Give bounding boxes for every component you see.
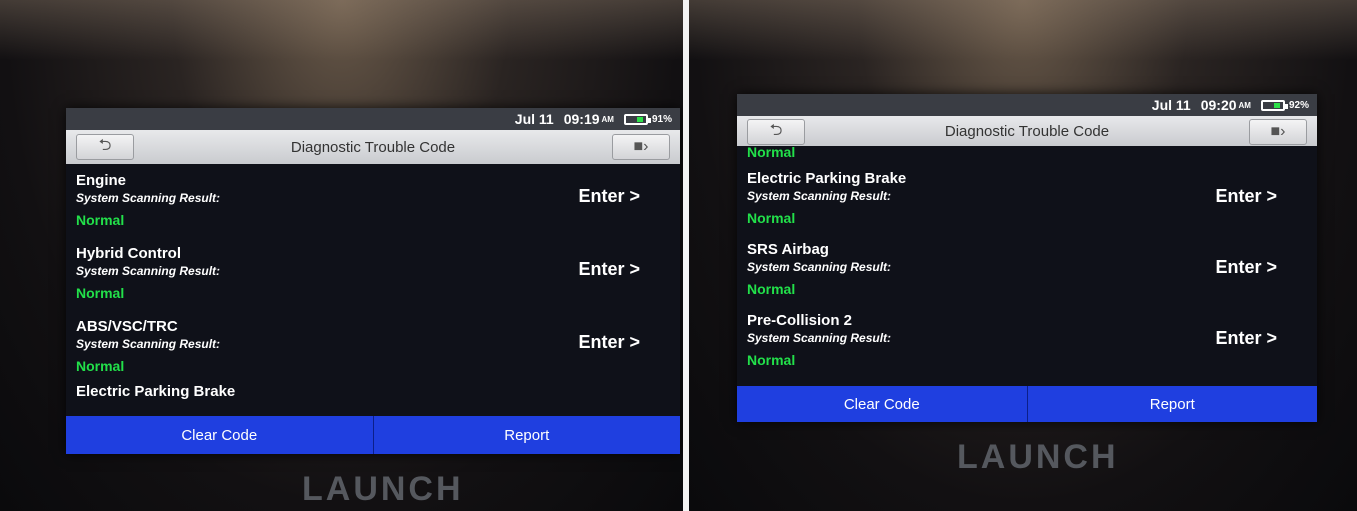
photo-left: Jul 11 09:19 AM 91% ⮌ Diagnostic Trouble… bbox=[0, 0, 683, 511]
clear-code-button[interactable]: Clear Code bbox=[737, 386, 1028, 422]
scanner-screen-right: Jul 11 09:20 AM 92% ⮌ Diagnostic Trouble… bbox=[737, 94, 1317, 422]
enter-button[interactable]: Enter > bbox=[578, 186, 640, 207]
system-row: Pre-Collision 2 System Scanning Result: … bbox=[737, 306, 1317, 377]
status-date: Jul 11 bbox=[1151, 97, 1191, 113]
enter-button[interactable]: Enter > bbox=[1215, 186, 1277, 207]
report-button[interactable]: Report bbox=[373, 416, 680, 454]
exit-button[interactable]: ■› bbox=[1249, 119, 1307, 145]
system-name: Pre-Collision 2 bbox=[747, 312, 853, 329]
battery-percent: 91% bbox=[651, 113, 672, 125]
back-arrow-icon: ⮌ bbox=[98, 136, 112, 154]
system-name: Electric Parking Brake bbox=[747, 170, 907, 187]
bezel-glare bbox=[689, 0, 1357, 60]
system-list: Normal Electric Parking Brake System Sca… bbox=[737, 146, 1317, 386]
brand-logo: LAUNCH bbox=[302, 470, 464, 508]
scan-status: Normal bbox=[747, 281, 796, 297]
title-bar: ⮌ Diagnostic Trouble Code ■› bbox=[737, 116, 1317, 146]
title-bar: ⮌ Diagnostic Trouble Code ■› bbox=[66, 130, 680, 164]
battery-percent: 92% bbox=[1288, 99, 1309, 111]
system-name: SRS Airbag bbox=[747, 241, 829, 258]
system-row: Electric Parking Brake System Scanning R… bbox=[737, 164, 1317, 235]
enter-button[interactable]: Enter > bbox=[1215, 257, 1277, 278]
scan-status: Normal bbox=[747, 352, 796, 368]
status-bar: Jul 11 09:20 AM 92% bbox=[737, 94, 1317, 116]
status-time: 09:19 bbox=[563, 111, 600, 127]
status-date: Jul 11 bbox=[514, 111, 554, 127]
exit-button[interactable]: ■› bbox=[612, 134, 670, 160]
battery-icon bbox=[623, 113, 651, 125]
action-bar: Clear Code Report bbox=[737, 386, 1317, 422]
scan-status: Normal bbox=[76, 358, 125, 374]
system-row: ABS/VSC/TRC System Scanning Result: Norm… bbox=[66, 310, 680, 383]
system-list: Engine System Scanning Result: Normal En… bbox=[66, 164, 680, 416]
scan-status: Normal bbox=[76, 285, 125, 301]
photo-right: Jul 11 09:20 AM 92% ⮌ Diagnostic Trouble… bbox=[689, 0, 1357, 511]
system-name-partial: Electric Parking Brake bbox=[76, 383, 236, 400]
status-ampm: AM bbox=[1238, 100, 1251, 110]
enter-button[interactable]: Enter > bbox=[1215, 328, 1277, 349]
page-title: Diagnostic Trouble Code bbox=[290, 138, 456, 156]
battery-icon bbox=[1260, 99, 1288, 111]
system-row: SRS Airbag System Scanning Result: Norma… bbox=[737, 235, 1317, 306]
action-bar: Clear Code Report bbox=[66, 416, 680, 454]
system-row: Engine System Scanning Result: Normal En… bbox=[66, 164, 680, 237]
status-ampm: AM bbox=[601, 114, 614, 124]
scan-status: Normal bbox=[76, 212, 125, 228]
report-button[interactable]: Report bbox=[1027, 386, 1317, 422]
status-bar: Jul 11 09:19 AM 91% bbox=[66, 108, 680, 130]
scanner-screen-left: Jul 11 09:19 AM 91% ⮌ Diagnostic Trouble… bbox=[66, 108, 680, 454]
bezel-glare bbox=[0, 0, 683, 60]
clear-code-button[interactable]: Clear Code bbox=[66, 416, 374, 454]
back-button[interactable]: ⮌ bbox=[76, 134, 134, 160]
brand-logo: LAUNCH bbox=[957, 438, 1119, 476]
exit-icon: ■› bbox=[633, 138, 649, 155]
back-arrow-icon: ⮌ bbox=[769, 121, 783, 139]
page-title: Diagnostic Trouble Code bbox=[944, 122, 1110, 140]
status-time: 09:20 bbox=[1200, 97, 1237, 113]
exit-icon: ■› bbox=[1270, 123, 1286, 140]
scan-status-partial: Normal bbox=[747, 146, 796, 160]
enter-button[interactable]: Enter > bbox=[578, 332, 640, 353]
scan-status: Normal bbox=[747, 210, 796, 226]
back-button[interactable]: ⮌ bbox=[747, 119, 805, 145]
enter-button[interactable]: Enter > bbox=[578, 259, 640, 280]
system-row: Hybrid Control System Scanning Result: N… bbox=[66, 237, 680, 310]
